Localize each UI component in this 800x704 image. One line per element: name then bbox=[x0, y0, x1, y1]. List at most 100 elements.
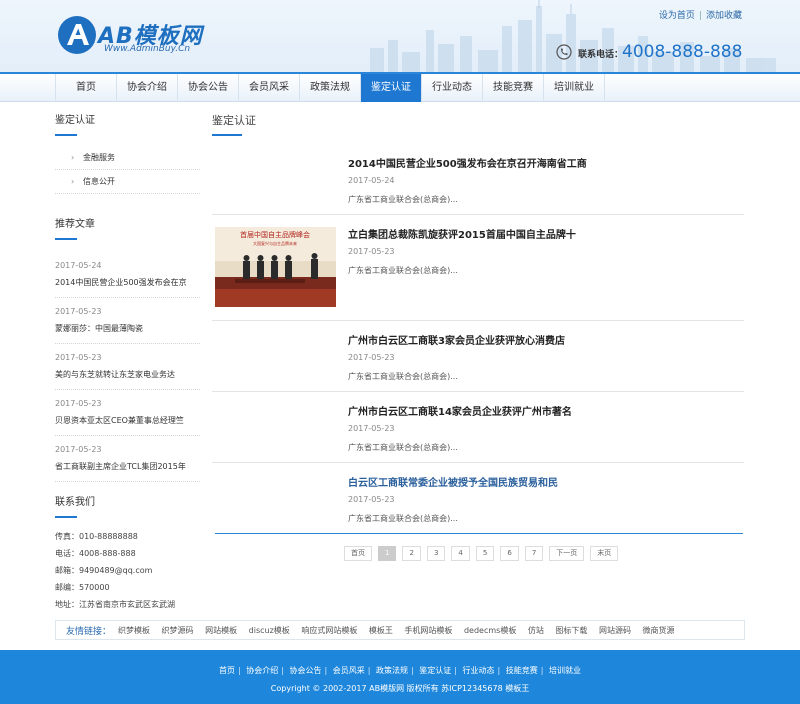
footer-link-industry-news[interactable]: 行业动态 bbox=[463, 666, 495, 675]
article-source: 广东省工商业联合会(总商会)... bbox=[348, 372, 458, 381]
phone-label: 联系电话： bbox=[578, 50, 624, 60]
logo-url: Www.AdminBuy.Cn bbox=[104, 44, 191, 54]
title-underline bbox=[55, 134, 77, 136]
pager-page-3[interactable]: 3 bbox=[426, 546, 446, 561]
footer-link-members[interactable]: 会员风采 bbox=[333, 666, 365, 675]
top-link-divider: | bbox=[698, 11, 702, 21]
list-item[interactable]: 2017-05-23 贝恩资本亚太区CEO兼董事总经理竺 bbox=[55, 390, 200, 436]
friend-link[interactable]: 微商货源 bbox=[643, 626, 675, 635]
rec-title[interactable]: 贝恩资本亚太区CEO兼董事总经理竺 bbox=[55, 415, 200, 426]
nav-industry-news[interactable]: 行业动态 bbox=[422, 74, 483, 102]
list-item[interactable]: 2017-05-23 美的与东芝就转让东芝家电业务达 bbox=[55, 344, 200, 390]
footer-link-certification[interactable]: 鉴定认证 bbox=[419, 666, 451, 675]
list-item[interactable]: 2017-05-23 蒙娜丽莎：中国最薄陶瓷 bbox=[55, 298, 200, 344]
sidebar-item-info-disclosure[interactable]: › 信息公开 bbox=[55, 170, 200, 194]
friend-link[interactable]: 图标下载 bbox=[555, 626, 587, 635]
nav-members[interactable]: 会员风采 bbox=[239, 74, 300, 102]
contact-info: 传真：010-88888888 电话：4008-888-888 邮箱：94904… bbox=[55, 528, 200, 613]
article-date: 2017-05-24 bbox=[348, 176, 395, 185]
article-title[interactable]: 2014中国民营企业500强发布会在京召开海南省工商 bbox=[348, 155, 587, 170]
article-title[interactable]: 白云区工商联常委企业被授予全国民族贸易和民 bbox=[348, 474, 558, 489]
friend-link[interactable]: 手机网站模板 bbox=[404, 626, 452, 635]
contact-address: 地址：江苏省南京市玄武区玄武湖 bbox=[55, 600, 175, 609]
rec-title[interactable]: 省工商联副主席企业TCL集团2015年 bbox=[55, 461, 200, 472]
footer-divider: | bbox=[540, 666, 544, 675]
footer-link-training[interactable]: 培训就业 bbox=[549, 666, 581, 675]
article-date: 2017-05-23 bbox=[348, 353, 395, 362]
footer-divider: | bbox=[454, 666, 457, 675]
nav-policies[interactable]: 政策法规 bbox=[300, 74, 361, 102]
main-nav: 首页 协会介绍 协会公告 会员风采 政策法规 鉴定认证 行业动态 技能竞赛 培训… bbox=[0, 72, 800, 102]
contact-fax: 传真：010-88888888 bbox=[55, 532, 138, 541]
pager-page-6[interactable]: 6 bbox=[500, 546, 519, 561]
list-item[interactable]: 2017-05-23 省工商联副主席企业TCL集团2015年 bbox=[55, 436, 200, 482]
article-source: 广东省工商业联合会(总商会)... bbox=[348, 443, 458, 452]
nav-certification[interactable]: 鉴定认证 bbox=[361, 74, 422, 102]
site-logo[interactable]: AB模板网 Www.AdminBuy.Cn bbox=[56, 14, 226, 58]
pagination: 首页 1 2 3 4 5 6 7 下一页 末页 bbox=[344, 546, 619, 562]
footer-link-policies[interactable]: 政策法规 bbox=[376, 666, 408, 675]
friend-link[interactable]: discuz模板 bbox=[249, 626, 290, 635]
pager-page-2[interactable]: 2 bbox=[402, 546, 421, 561]
pager-page-7[interactable]: 7 bbox=[524, 546, 544, 561]
footer-divider: | bbox=[324, 666, 328, 675]
nav-training[interactable]: 培训就业 bbox=[544, 74, 605, 102]
contact-phone: 电话：4008-888-888 bbox=[55, 549, 136, 558]
article-title[interactable]: 立白集团总裁陈凯旋获评2015首届中国自主品牌十 bbox=[348, 226, 576, 241]
friend-link[interactable]: 模板王 bbox=[369, 626, 393, 635]
sidebar-item-finance[interactable]: › 金融服务 bbox=[55, 146, 200, 170]
pager-page-4[interactable]: 4 bbox=[451, 546, 470, 561]
footer-divider: | bbox=[367, 666, 371, 675]
article-item[interactable]: 广州市白云区工商联14家会员企业获评广州市著名 2017-05-23 广东省工商… bbox=[212, 392, 744, 463]
article-thumbnail[interactable]: 首届中国自主品牌峰会 大国复兴与自主品牌未来 bbox=[215, 227, 336, 307]
footer-divider: | bbox=[411, 666, 414, 675]
add-favorite-link[interactable]: 添加收藏 bbox=[706, 11, 742, 21]
top-links: 设为首页 | 添加收藏 bbox=[659, 8, 742, 21]
friend-link[interactable]: dedecms模板 bbox=[464, 626, 516, 635]
friend-link[interactable]: 网站模板 bbox=[205, 626, 237, 635]
article-title[interactable]: 广州市白云区工商联3家会员企业获评放心消费店 bbox=[348, 332, 565, 347]
rec-date: 2017-05-23 bbox=[55, 353, 102, 362]
nav-notices[interactable]: 协会公告 bbox=[178, 74, 239, 102]
site-footer: 首页 | 协会介绍 | 协会公告 | 会员风采 | 政策法规 | 鉴定认证 | 行业动态 | … bbox=[0, 650, 800, 704]
rec-date: 2017-05-23 bbox=[55, 307, 102, 316]
list-item[interactable]: 2017-05-24 2014中国民营企业500强发布会在京 bbox=[55, 252, 200, 298]
nav-competitions[interactable]: 技能竞赛 bbox=[483, 74, 544, 102]
nav-about[interactable]: 协会介绍 bbox=[117, 74, 178, 102]
sidebar-sub-menu: › 金融服务 › 信息公开 bbox=[55, 146, 200, 194]
logo-mark-icon bbox=[58, 16, 96, 54]
footer-divider: | bbox=[238, 666, 241, 675]
article-item[interactable]: 首届中国自主品牌峰会 大国复兴与自主品牌未来 立白集团总裁陈凯旋获评2015首届… bbox=[212, 215, 744, 321]
pager-last[interactable]: 末页 bbox=[590, 546, 619, 561]
friend-link[interactable]: 响应式网站模板 bbox=[301, 626, 357, 635]
article-item[interactable]: 白云区工商联常委企业被授予全国民族贸易和民 2017-05-23 广东省工商业联… bbox=[212, 463, 744, 533]
pager-page-5[interactable]: 5 bbox=[475, 546, 495, 561]
title-underline bbox=[55, 238, 77, 240]
footer-divider: | bbox=[497, 666, 501, 675]
footer-link-competitions[interactable]: 技能竞赛 bbox=[506, 666, 538, 675]
article-title[interactable]: 广州市白云区工商联14家会员企业获评广州市著名 bbox=[348, 403, 572, 418]
footer-link-home[interactable]: 首页 bbox=[219, 666, 235, 675]
friend-link[interactable]: 织梦模板 bbox=[118, 626, 150, 635]
footer-divider: | bbox=[281, 666, 284, 675]
pager-page-1[interactable]: 1 bbox=[378, 546, 397, 561]
main-content: 鉴定认证 2014中国民营企业500强发布会在京召开海南省工商 2017-05-… bbox=[212, 112, 744, 523]
friend-link[interactable]: 仿站 bbox=[528, 626, 544, 635]
rec-title[interactable]: 蒙娜丽莎：中国最薄陶瓷 bbox=[55, 323, 200, 334]
article-source: 广东省工商业联合会(总商会)... bbox=[348, 266, 458, 275]
rec-title[interactable]: 美的与东芝就转让东芝家电业务达 bbox=[55, 369, 200, 380]
pager-first[interactable]: 首页 bbox=[344, 546, 372, 561]
friend-link[interactable]: 织梦源码 bbox=[162, 626, 194, 635]
pager-next[interactable]: 下一页 bbox=[549, 546, 585, 561]
footer-link-notices[interactable]: 协会公告 bbox=[290, 666, 322, 675]
footer-link-about[interactable]: 协会介绍 bbox=[246, 666, 278, 675]
thumb-caption-sub: 大国复兴与自主品牌未来 bbox=[253, 240, 297, 246]
rec-date: 2017-05-23 bbox=[55, 445, 102, 454]
nav-home[interactable]: 首页 bbox=[56, 74, 117, 102]
article-item[interactable]: 广州市白云区工商联3家会员企业获评放心消费店 2017-05-23 广东省工商业… bbox=[212, 321, 744, 392]
friend-link[interactable]: 网站源码 bbox=[599, 626, 631, 635]
set-homepage-link[interactable]: 设为首页 bbox=[659, 11, 695, 21]
rec-date: 2017-05-24 bbox=[55, 261, 102, 270]
article-item[interactable]: 2014中国民营企业500强发布会在京召开海南省工商 2017-05-24 广东… bbox=[212, 144, 744, 215]
rec-title[interactable]: 2014中国民营企业500强发布会在京 bbox=[55, 277, 200, 288]
